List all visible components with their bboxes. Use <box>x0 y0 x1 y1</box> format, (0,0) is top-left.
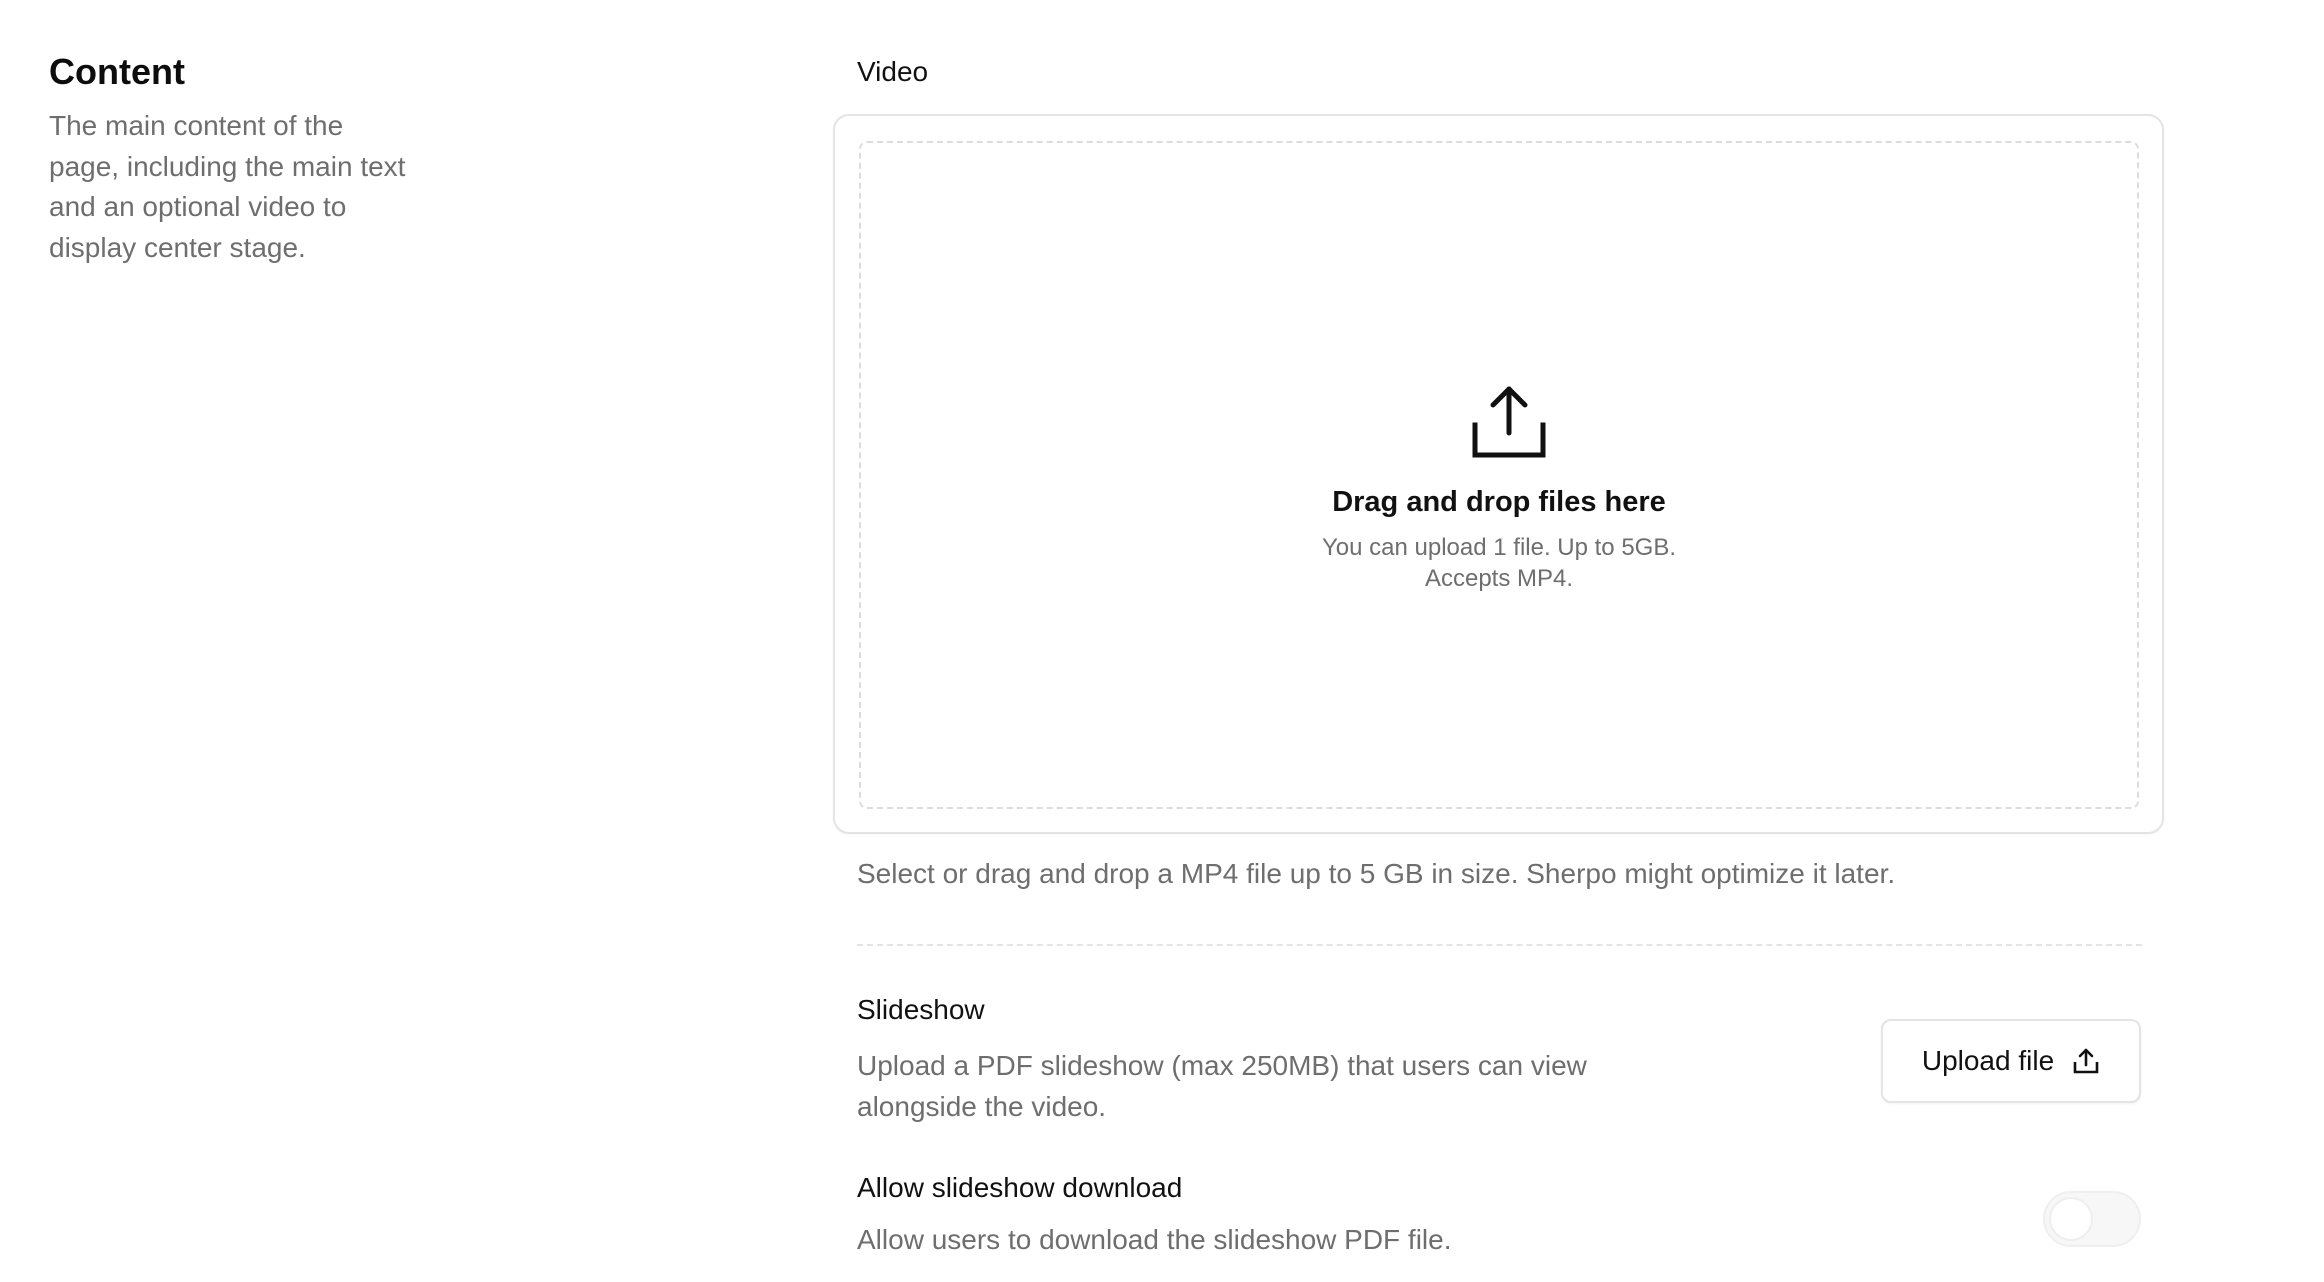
section-description: The main content of the page, including … <box>49 110 406 263</box>
toggle-knob <box>2049 1197 2093 1241</box>
slideshow-description: Upload a PDF slideshow (max 250MB) that … <box>857 1050 1587 1122</box>
video-help-text: Select or drag and drop a MP4 file up to… <box>857 858 1896 889</box>
section-title: Content <box>49 51 185 92</box>
slideshow-download-description: Allow users to download the slideshow PD… <box>857 1224 1452 1255</box>
video-dropzone[interactable]: Drag and drop files here You can upload … <box>833 114 2164 834</box>
content-settings-page: Content The main content of the page, in… <box>0 0 2324 1282</box>
upload-icon <box>1472 386 1546 458</box>
dropzone-subtitle: You can upload 1 file. Up to 5GB. Accept… <box>861 532 2137 594</box>
video-label: Video <box>857 56 929 87</box>
section-header: Content The main content of the page, in… <box>49 48 409 268</box>
upload-file-button[interactable]: Upload file <box>1881 1019 2141 1103</box>
dropzone-subtitle-line2: Accepts MP4. <box>1424 565 1574 592</box>
section-divider <box>857 944 2142 946</box>
slideshow-download-label: Allow slideshow download <box>857 1172 1183 1203</box>
dropzone-subtitle-line1: You can upload 1 file. Up to 5GB. <box>1321 534 1677 561</box>
dropzone-title: Drag and drop files here <box>1332 486 1666 518</box>
slideshow-download-toggle[interactable] <box>2043 1191 2141 1247</box>
video-dropzone-area[interactable]: Drag and drop files here You can upload … <box>859 141 2139 809</box>
slideshow-label: Slideshow <box>857 994 985 1025</box>
upload-icon <box>2073 1048 2099 1074</box>
upload-file-button-label: Upload file <box>1921 1045 2055 1076</box>
